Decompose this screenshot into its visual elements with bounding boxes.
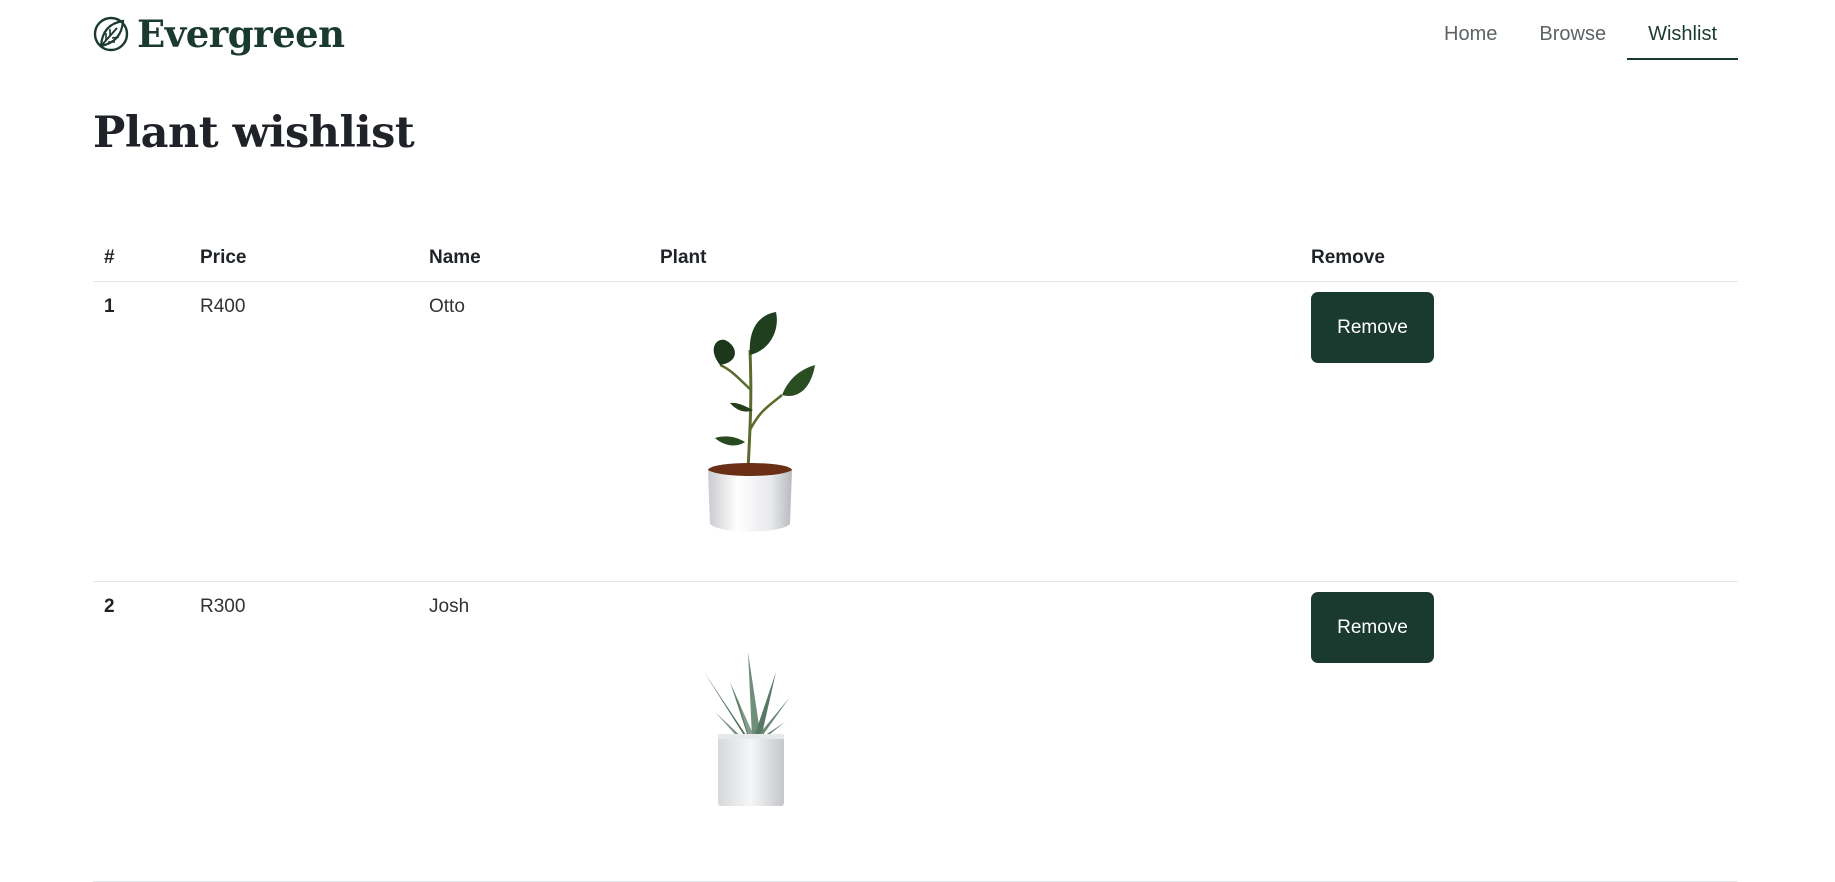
header-name: Name (429, 247, 481, 268)
header-index: # (104, 247, 115, 268)
header-price: Price (200, 247, 247, 268)
top-navigation-bar: Evergreen Home Browse Wishlist (93, 0, 1738, 60)
remove-button[interactable]: Remove (1311, 592, 1434, 663)
remove-button[interactable]: Remove (1311, 292, 1434, 363)
main-nav: Home Browse Wishlist (1423, 0, 1738, 60)
brand-name: Evergreen (137, 12, 345, 56)
nav-browse-link[interactable]: Browse (1518, 0, 1627, 60)
page-title: Plant wishlist (93, 108, 415, 158)
wishlist-table: # Price Name Plant Remove 1 R400 Otto Re… (93, 238, 1738, 882)
table-row: 1 R400 Otto Remove (93, 282, 1738, 582)
leaf-icon (93, 16, 129, 52)
row-index: 2 (104, 596, 115, 617)
rubber-plant-image (708, 312, 815, 532)
row-price: R300 (200, 596, 246, 617)
header-remove: Remove (1311, 247, 1385, 268)
table-row: 2 R300 Josh Remove (93, 582, 1738, 882)
row-index: 1 (104, 296, 115, 317)
row-name: Otto (429, 296, 465, 317)
header-plant: Plant (660, 247, 707, 268)
row-price: R400 (200, 296, 246, 317)
nav-home-link[interactable]: Home (1423, 0, 1518, 60)
nav-wishlist-link[interactable]: Wishlist (1627, 0, 1738, 60)
succulent-plant-image (704, 652, 790, 806)
brand-logo[interactable]: Evergreen (93, 12, 345, 56)
row-name: Josh (429, 596, 470, 617)
table-header-row: # Price Name Plant Remove (93, 238, 1738, 282)
